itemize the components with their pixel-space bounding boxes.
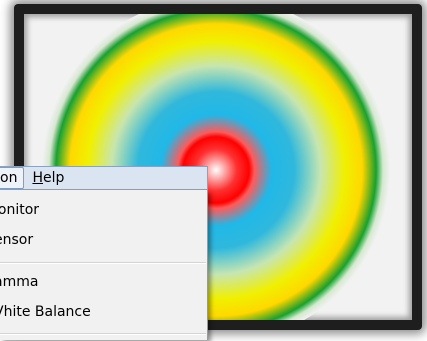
dropdown-menu: lonitor ensor amma Vhite Balance: [0, 190, 208, 340]
menu-item-sensor[interactable]: ensor: [0, 229, 33, 251]
menu-bar: on Help: [0, 166, 208, 190]
menu-option-label: on: [0, 170, 18, 186]
menu-item-white-balance[interactable]: Vhite Balance: [0, 301, 91, 323]
menu-option-truncated[interactable]: on: [0, 167, 25, 189]
help-mnemonic: H: [32, 170, 43, 186]
help-rest: elp: [42, 170, 65, 186]
menu-item-monitor[interactable]: lonitor: [0, 199, 39, 221]
menu-item-gamma[interactable]: amma: [0, 271, 38, 293]
menu-help[interactable]: Help: [26, 168, 70, 188]
menu-separator: [0, 333, 206, 335]
menu-separator: [0, 262, 206, 264]
